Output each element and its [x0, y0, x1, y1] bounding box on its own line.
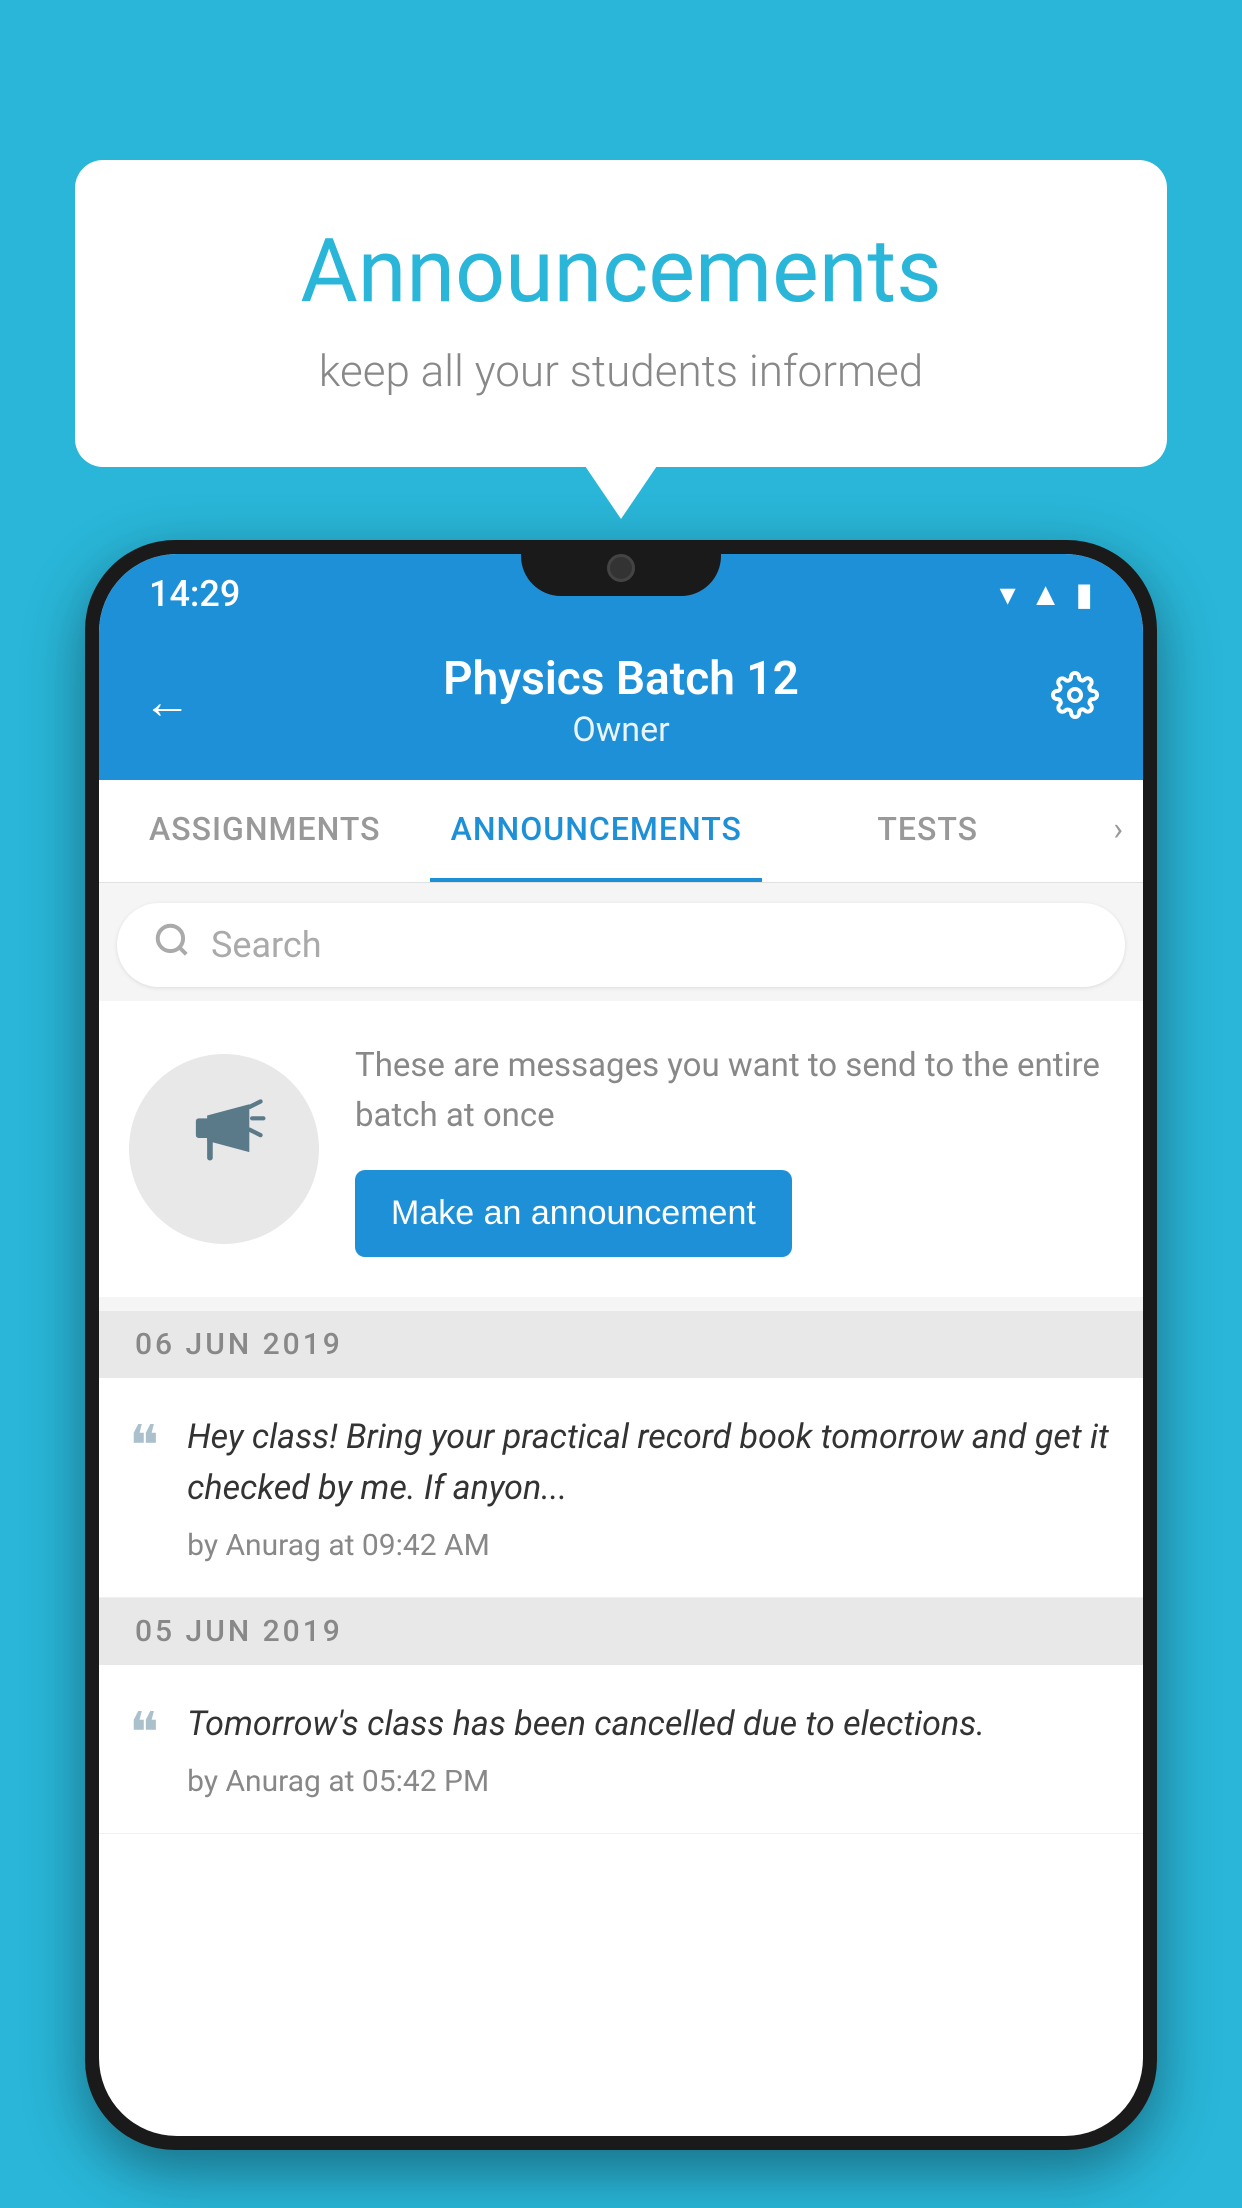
tabs-container: ASSIGNMENTS ANNOUNCEMENTS TESTS ›: [99, 780, 1143, 883]
front-camera: [607, 554, 635, 582]
tab-announcements[interactable]: ANNOUNCEMENTS: [430, 780, 761, 882]
phone-container: 14:29 ▾ ▲ ▮ ← Physics Batch 12 Owner: [85, 540, 1157, 2208]
empty-state-content: These are messages you want to send to t…: [355, 1041, 1113, 1257]
content-area: Search: [99, 883, 1143, 1834]
megaphone-circle: [129, 1054, 319, 1244]
search-icon: [153, 921, 191, 969]
status-time: 14:29: [149, 573, 240, 615]
announcement-author-2: by Anurag at 05:42 PM: [187, 1764, 1113, 1799]
announcement-item-2[interactable]: ❝ Tomorrow's class has been cancelled du…: [99, 1665, 1143, 1834]
empty-state: These are messages you want to send to t…: [99, 1001, 1143, 1297]
announcement-author-1: by Anurag at 09:42 AM: [187, 1528, 1113, 1563]
app-bar-title-group: Physics Batch 12 Owner: [191, 652, 1051, 750]
date-separator-2: 05 JUN 2019: [99, 1598, 1143, 1665]
tab-more[interactable]: ›: [1093, 780, 1143, 882]
signal-icon: ▲: [1030, 575, 1062, 613]
announcement-item-1[interactable]: ❝ Hey class! Bring your practical record…: [99, 1378, 1143, 1598]
empty-state-description: These are messages you want to send to t…: [355, 1041, 1113, 1140]
back-button[interactable]: ←: [143, 673, 191, 730]
speech-bubble: Announcements keep all your students inf…: [75, 160, 1167, 467]
batch-role: Owner: [191, 710, 1051, 750]
megaphone-icon: [179, 1093, 269, 1205]
phone-outer: 14:29 ▾ ▲ ▮ ← Physics Batch 12 Owner: [85, 540, 1157, 2150]
announcement-text-2: Tomorrow's class has been cancelled due …: [187, 1699, 1113, 1750]
status-icons: ▾ ▲ ▮: [1000, 575, 1093, 613]
app-bar: ← Physics Batch 12 Owner: [99, 626, 1143, 780]
search-placeholder: Search: [211, 924, 322, 966]
date-separator-1: 06 JUN 2019: [99, 1311, 1143, 1378]
bubble-title: Announcements: [155, 220, 1087, 323]
quote-icon-1: ❝: [129, 1418, 159, 1474]
announcement-text-1: Hey class! Bring your practical record b…: [187, 1412, 1113, 1514]
tab-tests[interactable]: TESTS: [762, 780, 1093, 882]
bubble-subtitle: keep all your students informed: [155, 345, 1087, 397]
battery-icon: ▮: [1075, 575, 1093, 613]
speech-bubble-container: Announcements keep all your students inf…: [75, 160, 1167, 467]
settings-button[interactable]: [1051, 671, 1099, 731]
batch-title: Physics Batch 12: [191, 652, 1051, 706]
wifi-icon: ▾: [1000, 575, 1016, 613]
make-announcement-button[interactable]: Make an announcement: [355, 1170, 792, 1257]
announcement-content-2: Tomorrow's class has been cancelled due …: [187, 1699, 1113, 1799]
announcement-content-1: Hey class! Bring your practical record b…: [187, 1412, 1113, 1563]
phone-notch: [521, 540, 721, 596]
search-bar[interactable]: Search: [117, 903, 1125, 987]
tab-assignments[interactable]: ASSIGNMENTS: [99, 780, 430, 882]
phone-screen: 14:29 ▾ ▲ ▮ ← Physics Batch 12 Owner: [99, 554, 1143, 2136]
quote-icon-2: ❝: [129, 1705, 159, 1761]
